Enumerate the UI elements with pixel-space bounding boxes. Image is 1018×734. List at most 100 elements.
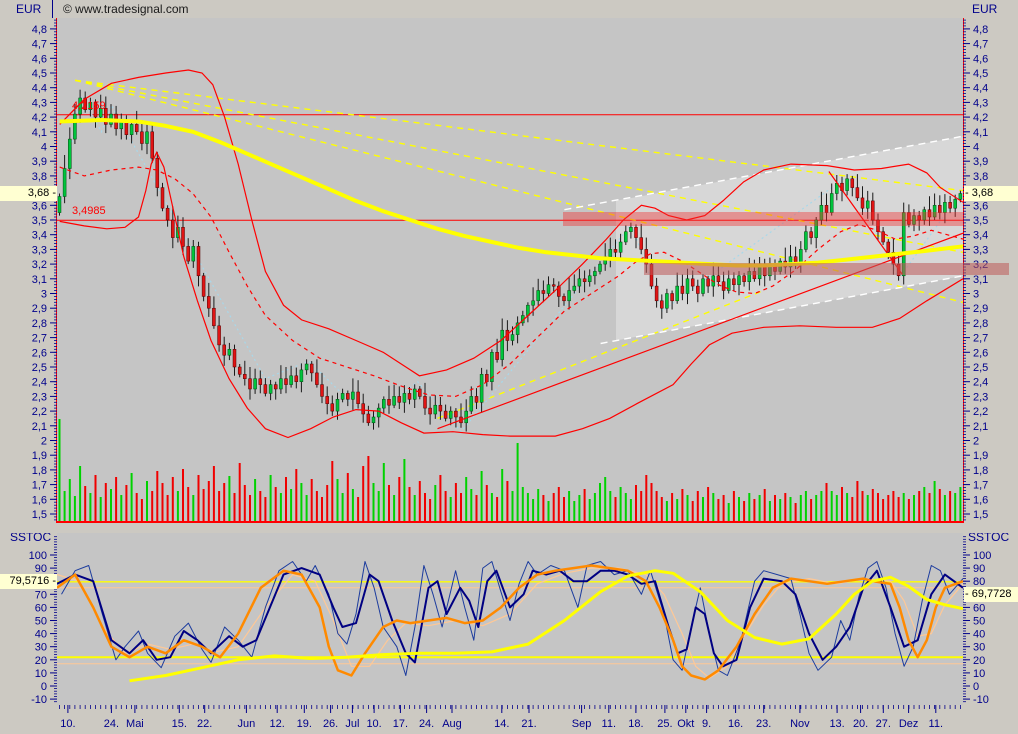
- sstoc-tick-label: 90: [973, 563, 985, 575]
- price-tick-label: 2,8: [32, 318, 47, 330]
- price-tick-label: 2,6: [32, 347, 47, 359]
- price-tick-label: 1,6: [32, 494, 47, 506]
- price-tick-label: 3,8: [32, 171, 47, 183]
- support-line-label[interactable]: 3,4985: [72, 205, 106, 217]
- sstoc-value-marker-right: - 69,7728: [964, 587, 1018, 602]
- date-tick-label: 11.: [929, 718, 943, 730]
- price-tick-label: 4,7: [973, 39, 988, 51]
- date-tick-label: 13.: [829, 718, 844, 730]
- price-tick-label: 2,7: [973, 333, 988, 345]
- sstoc-value-marker-left: 79,5716 -: [0, 574, 57, 589]
- price-tick-label: 4: [973, 142, 979, 154]
- price-axis-left[interactable]: 4,84,74,64,54,44,34,24,143,93,83,73,63,5…: [0, 18, 57, 523]
- price-tick-label: 3,1: [32, 274, 47, 286]
- sstoc-tick-label: -10: [31, 694, 47, 705]
- date-tick-label: 11.: [602, 718, 616, 730]
- price-tick-label: 2,9: [32, 303, 47, 315]
- wedge-pattern-fill: [616, 136, 963, 340]
- date-tick-label: 23.: [756, 718, 771, 730]
- date-tick-label: Mai: [126, 718, 144, 730]
- price-tick-label: 2,7: [32, 333, 47, 345]
- price-tick-label: 3,3: [973, 244, 988, 256]
- panel-separator: [0, 523, 1018, 533]
- title-divider: [52, 0, 53, 18]
- date-tick-label: 16.: [728, 718, 743, 730]
- price-tick-label: 2,1: [973, 421, 988, 433]
- sstoc-tick-label: 20: [35, 655, 47, 667]
- price-tick-label: 4,8: [973, 24, 988, 36]
- price-tick-label: 2,4: [973, 377, 988, 389]
- date-tick-label: 10.: [366, 718, 381, 730]
- date-tick-label: 22.: [197, 718, 212, 730]
- price-tick-label: 2,5: [973, 362, 988, 374]
- price-tick-label: 3,2: [32, 259, 47, 271]
- volume-series: [57, 419, 963, 522]
- date-tick-label: Nov: [790, 718, 810, 730]
- date-tick-label: 15.: [172, 718, 187, 730]
- price-tick-label: 4,8: [32, 24, 47, 36]
- sstoc-tick-label: 70: [35, 589, 47, 601]
- sstoc-tick-label: 50: [35, 616, 47, 628]
- price-tick-label: 2,8: [973, 318, 988, 330]
- tradesignal-chart-window: EUR © www.tradesignal.com EUR 4,84,74,64…: [0, 0, 1018, 734]
- date-tick-label: 10.: [60, 718, 75, 730]
- date-tick-label: Sep: [572, 718, 592, 730]
- price-tick-label: 4,3: [973, 97, 988, 109]
- sstoc-tick-label: 60: [35, 602, 47, 614]
- price-tick-label: 1,5: [32, 509, 47, 521]
- price-tick-label: 4,2: [32, 112, 47, 124]
- sstoc-axis-left[interactable]: 1009080706050403020100-10: [0, 533, 57, 705]
- price-tick-label: 2,9: [973, 303, 988, 315]
- stoch-fast-blue-line: [62, 562, 964, 676]
- date-tick-label: 26.: [323, 718, 338, 730]
- price-tick-label: 1,9: [32, 450, 47, 462]
- price-tick-label: 1,9: [973, 450, 988, 462]
- price-tick-label: 2,1: [32, 421, 47, 433]
- date-tick-label: 14.: [494, 718, 509, 730]
- sstoc-tick-label: 100: [29, 550, 47, 562]
- price-tick-label: 3,4: [973, 230, 988, 242]
- price-tick-label: 2,2: [32, 406, 47, 418]
- price-axis-title-right: EUR: [972, 2, 997, 16]
- price-tick-label: 3,5: [32, 215, 47, 227]
- date-tick-label: 20.: [853, 718, 868, 730]
- stoch-yellow-slow-line: [130, 571, 964, 681]
- sstoc-axis-right[interactable]: 1009080706050403020100-10: [963, 533, 1018, 705]
- date-tick-label: 24.: [419, 718, 434, 730]
- price-tick-label: 1,8: [32, 465, 47, 477]
- current-price-marker-left: 3,68 -: [0, 186, 57, 201]
- sstoc-tick-label: 10: [35, 668, 47, 680]
- price-tick-label: 4,2: [973, 112, 988, 124]
- date-tick-label: 21.: [521, 718, 536, 730]
- date-tick-label: 12.: [270, 718, 285, 730]
- resistance-zone-band[interactable]: [563, 212, 963, 226]
- price-tick-label: 3,6: [32, 200, 47, 212]
- price-tick-label: 2: [41, 436, 47, 448]
- date-tick-label: 24.: [104, 718, 119, 730]
- time-axis[interactable]: 10.24.Mai15.22.Jun12.19.26.Jul10.17.24.A…: [57, 703, 963, 733]
- sstoc-plot[interactable]: [57, 533, 963, 705]
- plot-border-bottom: [57, 522, 963, 523]
- price-tick-label: 4,3: [32, 97, 47, 109]
- price-tick-label: 2,6: [973, 347, 988, 359]
- current-price-marker-right: - 3,68: [964, 186, 1018, 201]
- price-tick-label: 2: [973, 436, 979, 448]
- price-tick-label: 3,8: [973, 171, 988, 183]
- price-tick-label: 3,9: [973, 156, 988, 168]
- sstoc-tick-label: 0: [41, 681, 47, 693]
- date-tick-label: 27.: [876, 718, 891, 730]
- sstoc-tick-label: 30: [973, 642, 985, 654]
- resistance-line-label[interactable]: 4,2159: [72, 100, 106, 112]
- support-zone-band[interactable]: [644, 263, 1009, 275]
- price-tick-label: 4,6: [973, 53, 988, 65]
- price-tick-label: 4,6: [32, 53, 47, 65]
- price-tick-label: 3: [41, 289, 47, 301]
- price-tick-label: 2,4: [32, 377, 47, 389]
- price-tick-label: 1,7: [32, 480, 47, 492]
- price-tick-label: 4,5: [32, 68, 47, 80]
- sstoc-tick-label: 100: [973, 550, 991, 562]
- price-tick-label: 4,7: [32, 39, 47, 51]
- price-tick-label: 2,2: [973, 406, 988, 418]
- date-tick-label: Okt: [677, 718, 694, 730]
- copyright-watermark: © www.tradesignal.com: [63, 2, 189, 16]
